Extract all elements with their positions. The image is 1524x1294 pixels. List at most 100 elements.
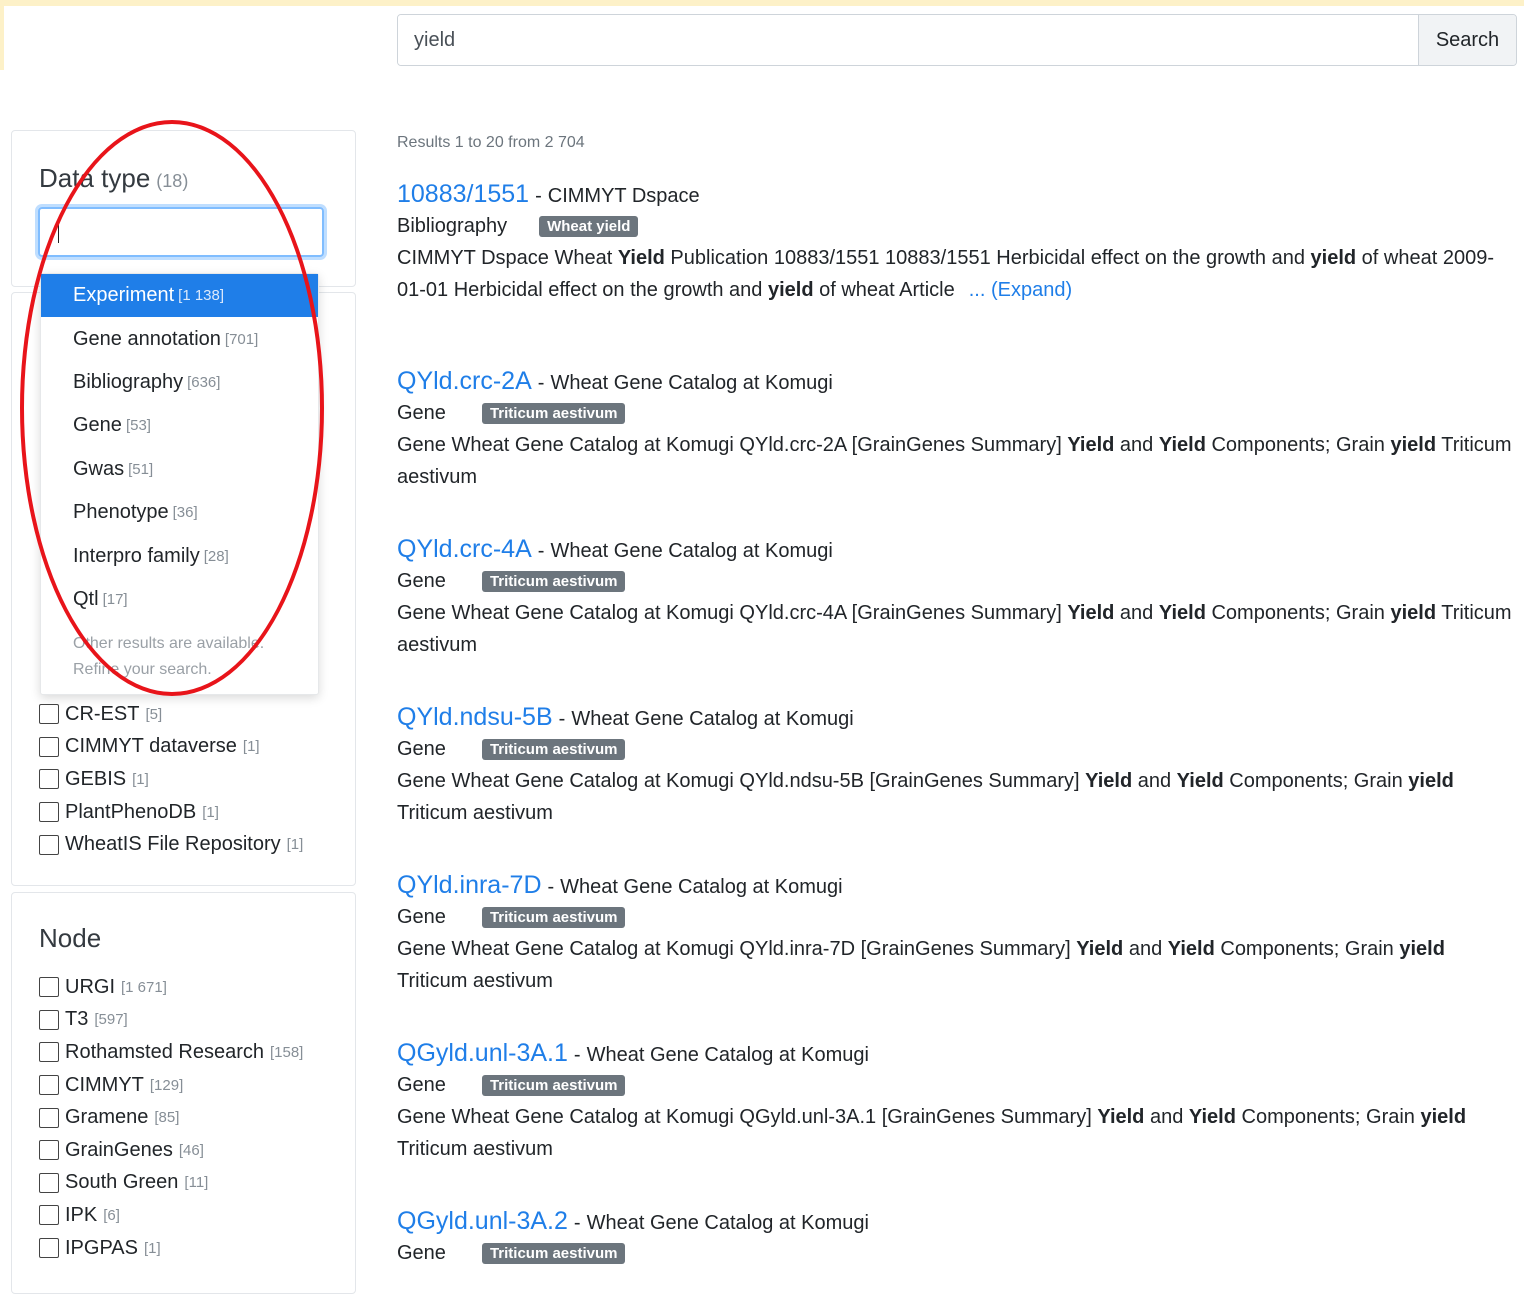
node-filter-item[interactable]: IPGPAS [1] — [39, 1232, 303, 1265]
highlighted-term: Yield — [1097, 1106, 1145, 1128]
result-meta: Bibliography Wheat yield — [397, 215, 1512, 238]
result-description: Gene Wheat Gene Catalog at Komugi QYld.c… — [397, 434, 1512, 488]
dropdown-item-label: Qtl — [73, 587, 99, 610]
result-type: Gene — [397, 1242, 446, 1264]
node-filter-item[interactable]: CIMMYT [129] — [39, 1069, 303, 1102]
result-item: QYld.ndsu-5B - Wheat Gene Catalog at Komug… — [397, 703, 1512, 829]
dropdown-item-count: [51] — [128, 460, 154, 478]
data-type-title-count: (18) — [156, 171, 189, 191]
search-bar: Search — [397, 14, 1517, 66]
node-filter-item[interactable]: URGI [1 671] — [39, 971, 303, 1004]
dropdown-item-label: Gene annotation — [73, 327, 221, 350]
node-filter-label: GrainGenes — [65, 1138, 173, 1161]
node-filter-count: [129] — [149, 1076, 184, 1094]
result-item: QYld.inra-7D - Wheat Gene Catalog at Komug… — [397, 871, 1512, 997]
dropdown-item-label: Phenotype — [73, 501, 169, 524]
source-filter-item[interactable]: WheatIS File Repository [1] — [39, 828, 303, 861]
dropdown-item-count: [17] — [102, 590, 128, 608]
checkbox[interactable] — [39, 1009, 59, 1030]
checkbox[interactable] — [39, 1107, 59, 1128]
result-title-link[interactable]: QYld.ndsu-5B — [397, 703, 553, 731]
node-filter-item[interactable]: IPK [6] — [39, 1199, 303, 1232]
node-filter-count: [158] — [269, 1043, 304, 1061]
source-filter-item[interactable]: CIMMYT dataverse [1] — [39, 731, 303, 764]
dropdown-item-gwas[interactable]: Gwas [51] — [41, 448, 318, 491]
node-filter-label: IPK — [65, 1203, 98, 1226]
node-filter-label: South Green — [65, 1171, 179, 1194]
checkbox[interactable] — [39, 802, 59, 823]
dropdown-item-interpro-family[interactable]: Interpro family [28] — [41, 534, 318, 577]
node-filter-label: IPGPAS — [65, 1236, 138, 1259]
checkbox[interactable] — [39, 1205, 59, 1226]
dropdown-item-count: [1 138] — [178, 287, 225, 305]
result-description: Gene Wheat Gene Catalog at Komugi QGyld.… — [397, 1106, 1467, 1160]
result-separator: - — [535, 185, 542, 207]
search-button[interactable]: Search — [1418, 15, 1516, 65]
highlighted-term: Yield — [1067, 602, 1115, 624]
checkbox[interactable] — [39, 977, 59, 998]
result-title-link[interactable]: QGyld.unl-3A.1 — [397, 1039, 568, 1067]
result-source: CIMMYT Dspace — [547, 185, 700, 207]
node-filter-item[interactable]: Rothamsted Research [158] — [39, 1036, 303, 1069]
node-filter-item[interactable]: T3 [597] — [39, 1004, 303, 1037]
result-title-link[interactable]: 10883/1551 — [397, 180, 529, 208]
dropdown-item-count: [28] — [203, 547, 229, 565]
result-title-link[interactable]: QYld.crc-4A — [397, 535, 532, 563]
expand-link[interactable]: ... (Expand) — [969, 279, 1072, 301]
highlighted-term: Yield — [1085, 770, 1133, 792]
result-separator: - — [573, 1044, 581, 1066]
result-source: Wheat Gene Catalog at Komugi — [586, 1044, 869, 1066]
node-filter-count: [11] — [184, 1174, 209, 1192]
page-top-border — [0, 0, 1524, 6]
checkbox[interactable] — [39, 1172, 59, 1193]
result-source: Wheat Gene Catalog at Komugi — [586, 1212, 869, 1234]
result-title-link[interactable]: QYld.inra-7D — [397, 871, 542, 899]
checkbox[interactable] — [39, 1042, 59, 1063]
dropdown-item-experiment[interactable]: Experiment [1 138] — [41, 274, 318, 318]
checkbox[interactable] — [39, 834, 59, 855]
dropdown-item-qtl[interactable]: Qtl [17] — [41, 578, 318, 621]
result-badge: Triticum aestivum — [481, 571, 626, 592]
result-header: QGyld.unl-3A.2- Wheat Gene Catalog at Kom… — [397, 1207, 1512, 1236]
dropdown-note: Other results are available. Refine your… — [41, 621, 318, 683]
dropdown-item-bibliography[interactable]: Bibliography [636] — [41, 361, 318, 404]
checkbox[interactable] — [39, 769, 59, 790]
node-filter-item[interactable]: GrainGenes [46] — [39, 1134, 303, 1167]
result-badge: Triticum aestivum — [481, 403, 626, 424]
checkbox[interactable] — [39, 1075, 59, 1096]
node-filter-item[interactable]: South Green [11] — [39, 1167, 303, 1200]
highlighted-term: Yield — [1167, 938, 1215, 960]
source-filter-item[interactable]: CR-EST [5] — [39, 698, 303, 731]
checkbox[interactable] — [39, 736, 59, 757]
highlighted-term: Yield — [617, 247, 665, 269]
dropdown-item-gene-annotation[interactable]: Gene annotation [701] — [41, 317, 318, 360]
checkbox[interactable] — [39, 704, 59, 725]
result-badge: Triticum aestivum — [481, 739, 626, 760]
dropdown-item-phenotype[interactable]: Phenotype [36] — [41, 491, 318, 534]
result-type: Bibliography — [397, 215, 508, 237]
data-type-title-text: Data type — [39, 163, 151, 193]
source-filter-item[interactable]: PlantPhenoDB [1] — [39, 796, 303, 829]
source-filter-count: [1] — [202, 803, 219, 821]
node-filter-title: Node — [39, 923, 102, 953]
result-badge: Wheat yield — [539, 216, 639, 237]
node-filter-item[interactable]: Gramene [85] — [39, 1101, 303, 1134]
result-header: QYld.inra-7D - Wheat Gene Catalog at Komug… — [397, 871, 1512, 900]
source-filter-item[interactable]: GEBIS [1] — [39, 763, 303, 796]
result-meta: Gene Triticum aestivum — [397, 738, 1512, 761]
result-meta: Gene Triticum aestivum — [397, 1242, 1512, 1265]
result-source: Wheat Gene Catalog at Komugi — [560, 876, 843, 898]
checkbox[interactable] — [39, 1238, 59, 1259]
source-filter-list: CR-EST [5] CIMMYT dataverse [1] GEBIS [1] P… — [39, 698, 303, 861]
dropdown-item-count: [636] — [187, 373, 221, 391]
result-title-link[interactable]: QGyld.unl-3A.2 — [397, 1207, 568, 1235]
data-type-filter-input[interactable] — [38, 207, 324, 257]
result-type: Gene — [397, 570, 446, 592]
result-title-link[interactable]: QYld.crc-2A — [397, 367, 532, 395]
search-input[interactable] — [398, 15, 1418, 65]
highlighted-term: Yield — [1158, 434, 1206, 456]
checkbox[interactable] — [39, 1140, 59, 1161]
result-type: Gene — [397, 1074, 446, 1096]
result-source: Wheat Gene Catalog at Komugi — [550, 372, 833, 394]
dropdown-item-gene[interactable]: Gene [53] — [41, 404, 318, 447]
